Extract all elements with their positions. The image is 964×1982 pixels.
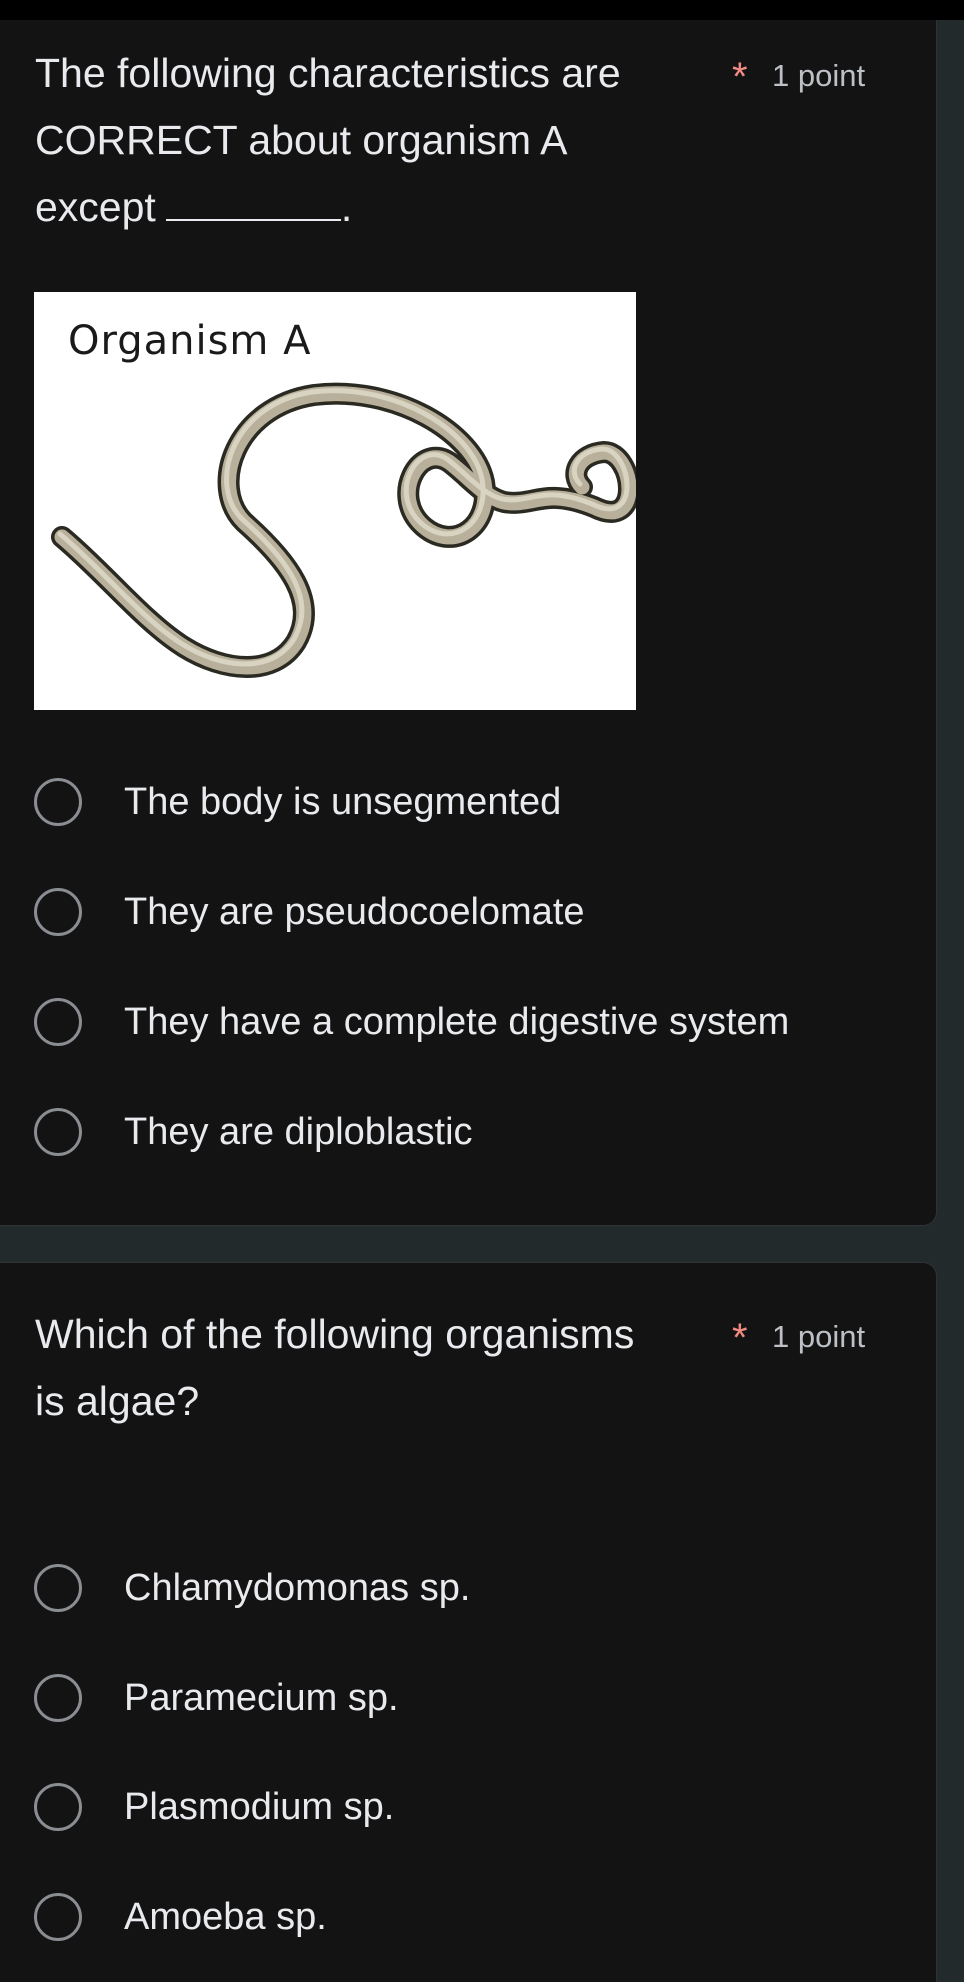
option-label: Amoeba sp. [124, 1895, 327, 1938]
question-title: The following characteristics are CORREC… [35, 40, 715, 241]
answer-option-1[interactable]: The body is unsegmented [34, 774, 561, 830]
radio-unchecked-icon[interactable] [34, 1783, 82, 1831]
fill-in-blank [165, 217, 341, 221]
question-title-line-3: except [35, 184, 156, 230]
status-bar-strip [0, 0, 964, 20]
question-title-line-2: CORRECT about organism A [35, 117, 568, 163]
radio-unchecked-icon[interactable] [34, 778, 82, 826]
option-label: They are diploblastic [124, 1110, 473, 1153]
radio-unchecked-icon[interactable] [34, 1564, 82, 1612]
answer-option-2[interactable]: They are pseudocoelomate [34, 884, 585, 940]
option-label: They are pseudocoelomate [124, 890, 585, 933]
question-title-line-2: is algae? [35, 1378, 200, 1424]
question-title-line-1: The following characteristics are [35, 50, 621, 96]
answer-option-2[interactable]: Paramecium sp. [34, 1670, 399, 1726]
answer-option-4[interactable]: Amoeba sp. [34, 1889, 327, 1945]
radio-unchecked-icon[interactable] [34, 888, 82, 936]
required-asterisk: * [732, 55, 748, 99]
roundworm-illustration [51, 382, 636, 678]
option-label: The body is unsegmented [124, 780, 562, 823]
option-label: Paramecium sp. [124, 1676, 399, 1719]
radio-unchecked-icon[interactable] [34, 1674, 82, 1722]
option-label: They have a complete digestive system [124, 1000, 790, 1043]
points-label: 1 point [772, 58, 866, 93]
answer-option-1[interactable]: Chlamydomonas sp. [34, 1560, 470, 1616]
option-label: Plasmodium sp. [124, 1785, 395, 1828]
radio-unchecked-icon[interactable] [34, 998, 82, 1046]
option-label: Chlamydomonas sp. [124, 1566, 471, 1609]
question-card-2: Which of the following organisms is alga… [0, 1262, 937, 1982]
points-label: 1 point [772, 1319, 866, 1354]
question-title-line-1: Which of the following organisms [35, 1311, 635, 1357]
question-title-line-3-end: . [340, 184, 353, 230]
question-title: Which of the following organisms is alga… [35, 1301, 715, 1435]
answer-option-3[interactable]: They have a complete digestive system [34, 994, 789, 1050]
radio-unchecked-icon[interactable] [34, 1108, 82, 1156]
required-asterisk: * [732, 1316, 748, 1360]
answer-option-3[interactable]: Plasmodium sp. [34, 1779, 394, 1835]
answer-option-4[interactable]: They are diploblastic [34, 1104, 473, 1160]
question-card-1: The following characteristics are CORREC… [0, 20, 937, 1226]
question-figure: Organism A [34, 292, 636, 710]
radio-unchecked-icon[interactable] [34, 1893, 82, 1941]
